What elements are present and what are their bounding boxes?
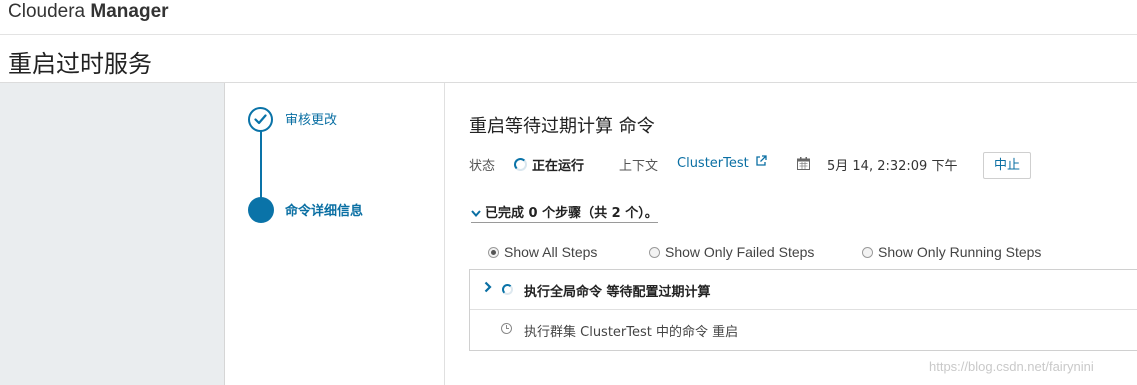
radio-all-steps[interactable]	[488, 247, 499, 258]
wizard-steps: 审核更改 命令详细信息	[225, 83, 445, 385]
check-icon	[248, 107, 273, 132]
filter-running-steps[interactable]: Show Only Running Steps	[862, 244, 1041, 260]
steps-list: 执行全局命令 等待配置过期计算 执行群集 ClusterTest 中的命令 重启	[469, 269, 1137, 351]
context-link-text: ClusterTest	[677, 156, 749, 171]
radio-running-steps[interactable]	[862, 247, 873, 258]
command-start-time: 5月 14, 2:32:09 下午	[827, 159, 958, 174]
brand-name-part1: Cloudera	[8, 1, 86, 22]
progress-summary-toggle[interactable]: 已完成 0 个步骤（共 2 个）。	[471, 202, 658, 223]
wizard-step-command-details[interactable]: 命令详细信息	[285, 200, 363, 219]
filter-running-steps-label: Show Only Running Steps	[878, 244, 1042, 260]
chevron-down-icon	[471, 206, 485, 221]
filter-failed-steps[interactable]: Show Only Failed Steps	[649, 244, 814, 260]
spinner-icon	[514, 158, 527, 171]
context-label: 上下文	[619, 159, 659, 174]
page-header: 重启过时服务	[0, 35, 1137, 83]
filter-all-steps-label: Show All Steps	[504, 244, 598, 260]
context-link[interactable]: ClusterTest	[677, 155, 767, 171]
chevron-right-icon[interactable]	[484, 280, 492, 297]
page-title: 重启过时服务	[8, 50, 152, 78]
radio-failed-steps[interactable]	[649, 247, 660, 258]
step-name: 执行群集 ClusterTest 中的命令 重启	[524, 325, 739, 340]
calendar-icon	[797, 157, 810, 174]
command-title: 重启等待过期计算 命令	[469, 116, 655, 137]
external-link-icon	[756, 155, 767, 166]
command-details-panel: 重启等待过期计算 命令 状态 正在运行 上下文 ClusterTest 5月 1…	[446, 83, 1137, 385]
filter-failed-steps-label: Show Only Failed Steps	[665, 244, 815, 260]
clock-icon	[501, 323, 512, 334]
brand-name-part2: Manager	[90, 1, 169, 22]
abort-button[interactable]: 中止	[983, 152, 1031, 179]
step-name: 执行全局命令 等待配置过期计算	[524, 285, 711, 300]
status-value: 正在运行	[532, 159, 585, 174]
brand-logo[interactable]: Cloudera Manager	[8, 1, 169, 23]
wizard-step-review-changes[interactable]: 审核更改	[285, 109, 337, 128]
left-sidebar	[0, 83, 225, 385]
watermark: https://blog.csdn.net/fairynini	[929, 359, 1094, 374]
status-label: 状态	[469, 159, 496, 174]
progress-summary-text: 已完成 0 个步骤（共 2 个）。	[485, 206, 658, 221]
current-step-icon	[248, 197, 274, 223]
top-navbar: Cloudera Manager	[0, 0, 1137, 35]
spinner-icon	[502, 284, 513, 295]
list-item[interactable]: 执行全局命令 等待配置过期计算	[470, 270, 1137, 310]
filter-all-steps[interactable]: Show All Steps	[488, 244, 597, 260]
